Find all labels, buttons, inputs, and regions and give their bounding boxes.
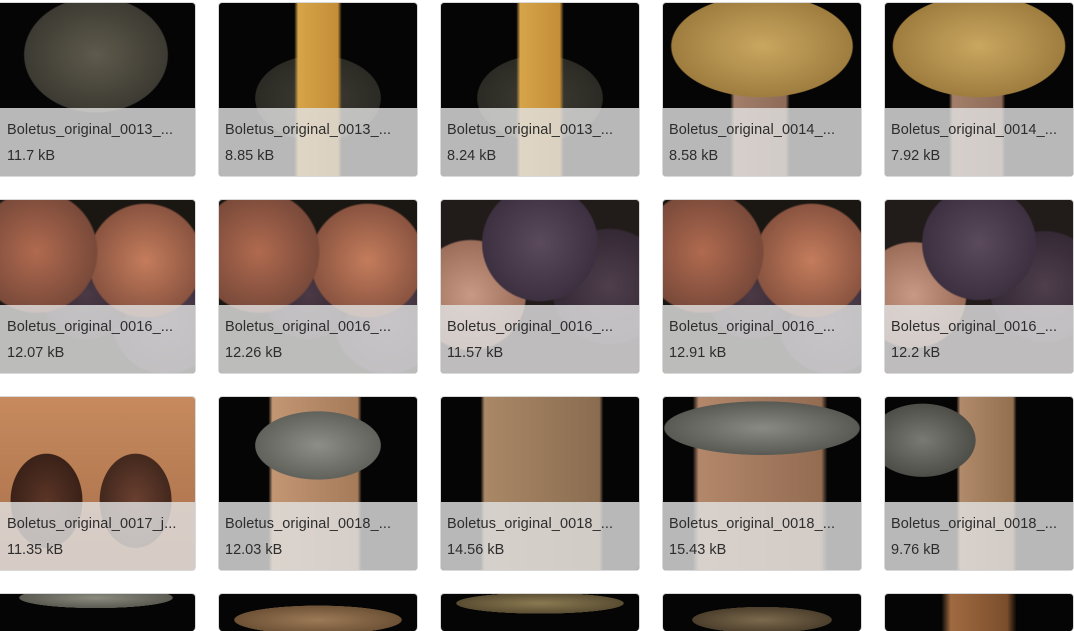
file-caption: Boletus_original_0013_... 11.7 kB — [0, 108, 195, 176]
thumbnail-image — [441, 594, 639, 631]
file-name: Boletus_original_0013_... — [447, 122, 614, 138]
file-name: Boletus_original_0016_... — [447, 319, 614, 335]
file-tile[interactable] — [440, 593, 640, 631]
file-size: 8.85 kB — [225, 148, 275, 164]
file-tile[interactable]: Boletus_original_0016_... 11.57 kB — [440, 199, 640, 374]
file-caption: Boletus_original_0016_... 12.91 kB — [663, 305, 861, 373]
file-tile[interactable]: Boletus_original_0018_... 9.76 kB — [884, 396, 1074, 571]
file-tile[interactable]: Boletus_original_0017_j... 11.35 kB — [0, 396, 196, 571]
file-size: 12.26 kB — [225, 345, 283, 361]
file-size: 9.76 kB — [891, 542, 941, 558]
thumbnail-image — [219, 594, 417, 631]
file-size: 7.92 kB — [891, 148, 941, 164]
file-tile[interactable]: Boletus_original_0013_... 8.85 kB — [218, 2, 418, 177]
file-size: 8.58 kB — [669, 148, 719, 164]
file-caption: Boletus_original_0018_... 14.56 kB — [441, 502, 639, 570]
file-name: Boletus_original_0016_... — [7, 319, 174, 335]
file-tile[interactable]: Boletus_original_0016_... 12.07 kB — [0, 199, 196, 374]
file-name: Boletus_original_0018_... — [447, 516, 614, 532]
file-size: 12.91 kB — [669, 345, 727, 361]
thumbnail-image — [0, 594, 195, 631]
file-tile[interactable] — [662, 593, 862, 631]
file-tile[interactable]: Boletus_original_0013_... 11.7 kB — [0, 2, 196, 177]
file-name: Boletus_original_0013_... — [7, 122, 174, 138]
file-name: Boletus_original_0016_... — [225, 319, 392, 335]
file-size: 11.35 kB — [7, 542, 64, 558]
file-caption: Boletus_original_0016_... 12.2 kB — [885, 305, 1073, 373]
file-size: 11.7 kB — [7, 148, 56, 164]
thumbnail-image — [663, 594, 861, 631]
file-size: 12.2 kB — [891, 345, 941, 361]
file-caption: Boletus_original_0016_... 11.57 kB — [441, 305, 639, 373]
file-tile[interactable]: Boletus_original_0018_... 14.56 kB — [440, 396, 640, 571]
file-size: 14.56 kB — [447, 542, 505, 558]
file-tile[interactable]: Boletus_original_0018_... 12.03 kB — [218, 396, 418, 571]
file-size: 12.03 kB — [225, 542, 283, 558]
file-tile[interactable]: Boletus_original_0016_... 12.26 kB — [218, 199, 418, 374]
file-tile[interactable]: Boletus_original_0014_... 8.58 kB — [662, 2, 862, 177]
file-tile[interactable]: Boletus_original_0014_... 7.92 kB — [884, 2, 1074, 177]
file-size: 15.43 kB — [669, 542, 727, 558]
file-size: 11.57 kB — [447, 345, 504, 361]
file-name: Boletus_original_0016_... — [669, 319, 836, 335]
file-grid: Boletus_original_0013_... 11.7 kB Boletu… — [0, 0, 1074, 631]
file-name: Boletus_original_0016_... — [891, 319, 1058, 335]
file-caption: Boletus_original_0013_... 8.24 kB — [441, 108, 639, 176]
file-name: Boletus_original_0017_j... — [7, 516, 177, 532]
file-size: 12.07 kB — [7, 345, 65, 361]
file-tile[interactable]: Boletus_original_0016_... 12.2 kB — [884, 199, 1074, 374]
file-caption: Boletus_original_0018_... 9.76 kB — [885, 502, 1073, 570]
file-tile[interactable]: Boletus_original_0013_... 8.24 kB — [440, 2, 640, 177]
file-tile[interactable] — [218, 593, 418, 631]
file-caption: Boletus_original_0013_... 8.85 kB — [219, 108, 417, 176]
file-caption: Boletus_original_0016_... 12.26 kB — [219, 305, 417, 373]
file-name: Boletus_original_0014_... — [891, 122, 1058, 138]
file-size: 8.24 kB — [447, 148, 497, 164]
file-caption: Boletus_original_0016_... 12.07 kB — [0, 305, 195, 373]
file-name: Boletus_original_0018_... — [225, 516, 392, 532]
file-caption: Boletus_original_0018_... 15.43 kB — [663, 502, 861, 570]
file-caption: Boletus_original_0014_... 8.58 kB — [663, 108, 861, 176]
file-tile[interactable] — [884, 593, 1074, 631]
file-name: Boletus_original_0013_... — [225, 122, 392, 138]
file-caption: Boletus_original_0017_j... 11.35 kB — [0, 502, 195, 570]
file-name: Boletus_original_0018_... — [669, 516, 836, 532]
file-name: Boletus_original_0014_... — [669, 122, 836, 138]
file-tile[interactable]: Boletus_original_0016_... 12.91 kB — [662, 199, 862, 374]
thumbnail-image — [885, 594, 1073, 631]
file-tile[interactable]: Boletus_original_0018_... 15.43 kB — [662, 396, 862, 571]
file-caption: Boletus_original_0018_... 12.03 kB — [219, 502, 417, 570]
file-caption: Boletus_original_0014_... 7.92 kB — [885, 108, 1073, 176]
file-name: Boletus_original_0018_... — [891, 516, 1058, 532]
file-tile[interactable] — [0, 593, 196, 631]
